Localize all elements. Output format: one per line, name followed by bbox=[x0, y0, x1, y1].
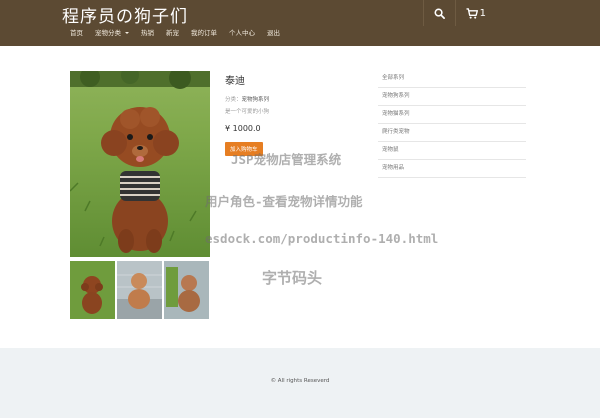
product-thumbnail[interactable] bbox=[117, 261, 162, 319]
category-label: 分类： bbox=[225, 97, 242, 103]
caret-down-icon bbox=[125, 32, 129, 34]
menu-item-label: 宠物分类 bbox=[95, 29, 121, 37]
menu-item-logout[interactable]: 退出 bbox=[267, 26, 280, 40]
navbar-actions: 1 bbox=[422, 0, 496, 26]
category-sidebar: 全部系列 宠物狗系列 宠物猫系列 爬行类宠物 宠物鼠 宠物用品 bbox=[378, 70, 526, 178]
cart-button[interactable]: 1 bbox=[456, 0, 496, 26]
watermark-text: esdock.com/productinfo-140.html bbox=[205, 231, 439, 246]
menu-item-home[interactable]: 首页 bbox=[70, 26, 83, 40]
site-brand[interactable]: 程序员の狗子们 bbox=[62, 2, 188, 27]
copyright-text: © All rights Reseverd bbox=[270, 378, 330, 384]
product-thumbnail[interactable] bbox=[70, 261, 115, 319]
sidebar-item-mice[interactable]: 宠物鼠 bbox=[378, 142, 526, 160]
category-link[interactable]: 宠物狗系列 bbox=[242, 97, 270, 103]
product-category: 分类：宠物狗系列 bbox=[225, 95, 375, 103]
sidebar-item-dogs[interactable]: 宠物狗系列 bbox=[378, 88, 526, 106]
menu-item-new[interactable]: 新宠 bbox=[166, 26, 179, 40]
sidebar-item-cats[interactable]: 宠物猫系列 bbox=[378, 106, 526, 124]
product-info: 泰迪 分类：宠物狗系列 是一个可爱的小狗 ¥ 1000.0 加入购物车 bbox=[225, 72, 375, 156]
page-footer: © All rights Reseverd bbox=[0, 348, 600, 418]
watermark-text: JSP宠物店管理系统 bbox=[231, 152, 342, 167]
menu-item-profile[interactable]: 个人中心 bbox=[229, 26, 255, 40]
cart-count-badge: 1 bbox=[479, 7, 486, 19]
sidebar-item-all[interactable]: 全部系列 bbox=[378, 70, 526, 88]
product-main-photo bbox=[70, 71, 210, 257]
search-button[interactable] bbox=[424, 0, 455, 26]
sidebar-item-reptiles[interactable]: 爬行类宠物 bbox=[378, 124, 526, 142]
sidebar-item-supplies[interactable]: 宠物用品 bbox=[378, 160, 526, 178]
product-price: ¥ 1000.0 bbox=[225, 124, 261, 133]
menu-item-hot[interactable]: 热销 bbox=[141, 26, 154, 40]
product-title: 泰迪 bbox=[225, 76, 245, 87]
watermark-text: 字节码头 bbox=[262, 269, 323, 287]
menu-item-my-orders[interactable]: 我的订单 bbox=[191, 26, 217, 40]
cart-icon bbox=[466, 7, 478, 19]
watermark-text: 用户角色-查看宠物详情功能 bbox=[205, 194, 363, 209]
product-description: 是一个可爱的小狗 bbox=[225, 109, 270, 115]
product-thumbnail[interactable] bbox=[164, 261, 209, 319]
main-menu: 首页 宠物分类 热销 新宠 我的订单 个人中心 退出 bbox=[70, 26, 292, 40]
menu-item-pet-category[interactable]: 宠物分类 bbox=[95, 26, 129, 40]
product-thumbnails bbox=[70, 261, 211, 319]
top-navbar: 程序员の狗子们 1 首页 宠物分类 热销 新宠 我的订单 个人中心 退出 bbox=[0, 0, 600, 46]
search-icon bbox=[434, 8, 445, 19]
